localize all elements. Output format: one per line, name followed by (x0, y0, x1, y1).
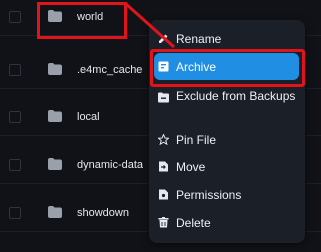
menu-item-label: Pin File (176, 133, 217, 147)
annotation-box-archive (150, 49, 305, 87)
move-icon (159, 161, 168, 172)
menu-item-permissions[interactable]: Permissions (149, 184, 305, 206)
permissions-icon (159, 189, 168, 200)
menu-item-label: Permissions (176, 188, 242, 202)
menu-item-exclude-from-backups[interactable]: Exclude from Backups (149, 87, 305, 121)
folder-icon (48, 158, 62, 170)
row-checkbox[interactable] (9, 207, 21, 219)
row-checkbox[interactable] (9, 64, 21, 76)
annotation-box-world (37, 2, 127, 39)
menu-item-label: Move (176, 160, 206, 174)
row-checkbox[interactable] (9, 159, 21, 171)
menu-item-move[interactable]: Move (149, 156, 305, 178)
folder-icon (48, 110, 62, 122)
file-name[interactable]: .e4mc_cache (77, 63, 142, 77)
folder-icon (48, 206, 62, 218)
menu-item-rename[interactable]: Rename (149, 28, 305, 50)
menu-item-label: Delete (176, 216, 211, 230)
exclude-icon (158, 92, 169, 103)
file-name[interactable]: showdown (77, 206, 129, 220)
file-name[interactable]: dynamic-data (77, 158, 143, 172)
folder-icon (48, 63, 62, 75)
menu-item-label: Rename (176, 32, 222, 46)
trash-icon (158, 217, 169, 228)
menu-item-pin-file[interactable]: Pin File (149, 129, 305, 151)
star-icon (158, 134, 169, 145)
row-checkbox[interactable] (9, 11, 21, 23)
menu-item-delete[interactable]: Delete (149, 212, 305, 234)
menu-item-label: Exclude from Backups (176, 89, 296, 103)
rename-icon (159, 34, 168, 43)
row-checkbox[interactable] (9, 111, 21, 123)
file-name[interactable]: local (77, 110, 100, 124)
